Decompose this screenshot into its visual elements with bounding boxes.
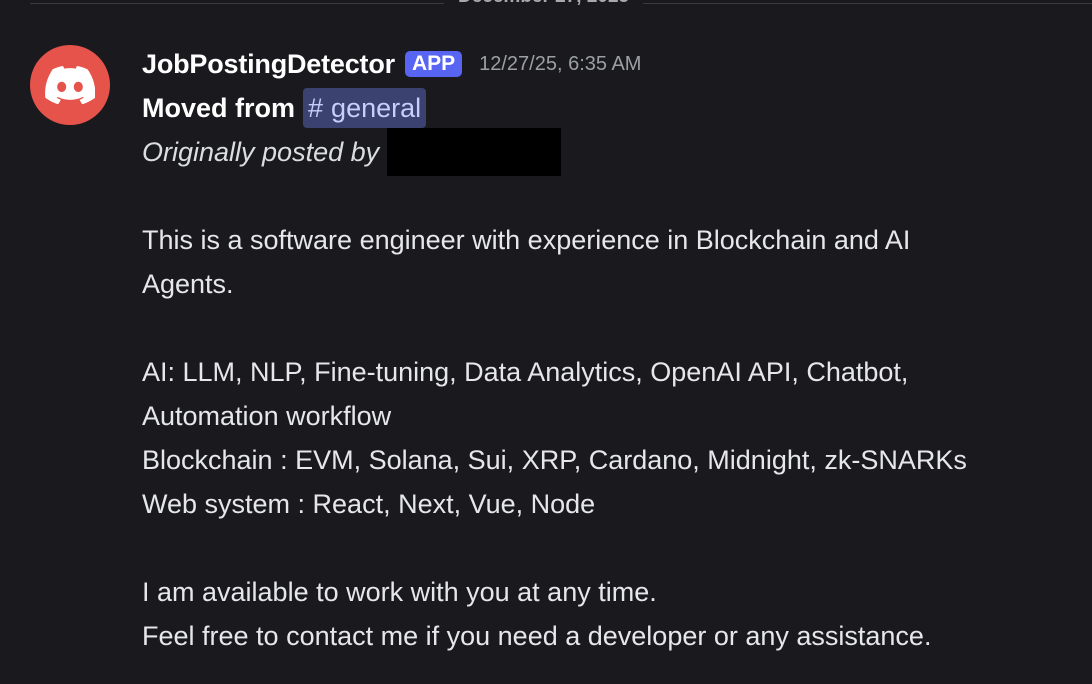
message-timestamp[interactable]: 12/27/25, 6:35 AM — [479, 53, 641, 76]
message-line: Automation workflow — [142, 401, 392, 431]
date-divider: December 27, 2025 — [30, 0, 1092, 8]
message-line: Web system : React, Next, Vue, Node — [142, 489, 596, 519]
message-header: JobPostingDetector APP 12/27/25, 6:35 AM — [142, 42, 1082, 86]
originally-posted-label: Originally posted by — [142, 136, 380, 167]
channel-mention[interactable]: # general — [303, 88, 427, 128]
message-line: I am available to work with you at any t… — [142, 577, 657, 607]
redacted-username — [387, 128, 562, 176]
message-line — [142, 306, 1082, 350]
moved-from-label: Moved from — [142, 92, 296, 123]
message-line — [142, 526, 1082, 570]
avatar[interactable] — [30, 45, 110, 125]
date-divider-label: December 27, 2025 — [444, 0, 644, 8]
message-line: Agents. — [142, 269, 234, 299]
message-line: AI: LLM, NLP, Fine-tuning, Data Analytic… — [142, 357, 909, 387]
originally-posted-line: Originally posted by — [142, 128, 1082, 176]
discord-logo-icon — [45, 66, 95, 104]
author-name[interactable]: JobPostingDetector — [142, 49, 395, 80]
app-badge: APP — [404, 51, 463, 77]
message: JobPostingDetector APP 12/27/25, 6:35 AM… — [142, 42, 1082, 658]
channel-name: general — [331, 92, 422, 123]
message-line: Feel free to contact me if you need a de… — [142, 621, 932, 651]
message-line: Blockchain : EVM, Solana, Sui, XRP, Card… — [142, 445, 967, 475]
moved-from-line: Moved from # general — [142, 86, 1082, 130]
channel-hash-icon: # — [308, 92, 324, 123]
message-line: This is a software engineer with experie… — [142, 225, 911, 255]
